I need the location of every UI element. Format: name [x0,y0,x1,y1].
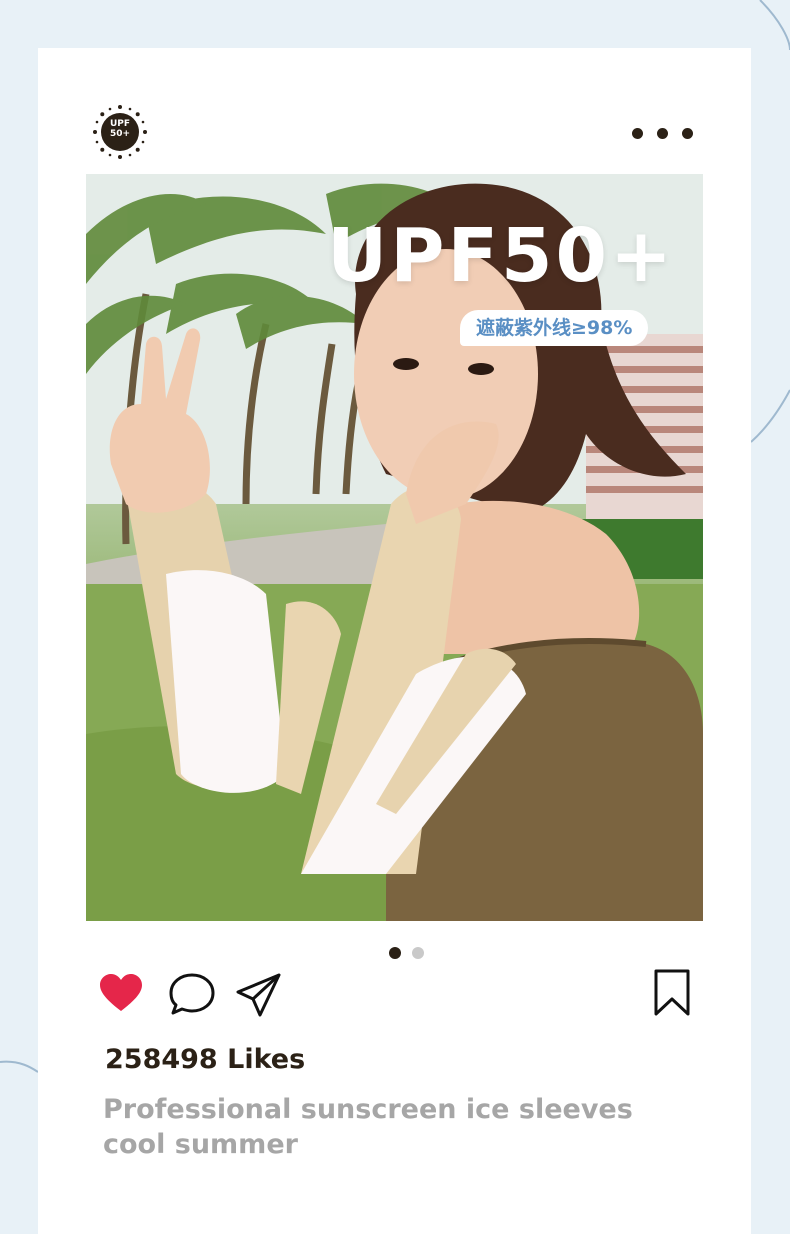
carousel-dot-active[interactable] [389,947,401,959]
post-caption: Professional sunscreen ice sleeves cool … [103,1094,633,1160]
post-image[interactable]: UPF50+ 遮蔽紫外线≥98% [86,174,703,921]
more-options-icon[interactable] [632,128,702,140]
comment-icon [169,973,215,1015]
bookmark-icon [654,969,690,1016]
avatar-label-line1: UPF [109,119,131,129]
send-icon [236,973,281,1017]
more-dot [632,128,643,139]
more-dot [682,128,693,139]
like-button[interactable] [98,973,144,1013]
save-button[interactable] [652,968,692,1018]
avatar[interactable]: UPF 50+ [90,102,150,162]
image-headline: UPF50+ [327,213,675,299]
avatar-label-line2: 50+ [109,129,131,139]
avatar-label: UPF 50+ [103,119,137,139]
carousel-indicator [389,947,424,959]
heart-icon [100,974,142,1011]
comment-button[interactable] [168,972,216,1016]
more-dot [657,128,668,139]
post-card: UPF 50+ UPF50+ 遮蔽紫外线≥98% 258498 Likes Pr… [38,48,751,1234]
likes-count: 258498 Likes [105,1044,306,1075]
carousel-dot[interactable] [412,947,424,959]
share-button[interactable] [235,972,283,1018]
image-badge: 遮蔽紫外线≥98% [460,310,649,346]
